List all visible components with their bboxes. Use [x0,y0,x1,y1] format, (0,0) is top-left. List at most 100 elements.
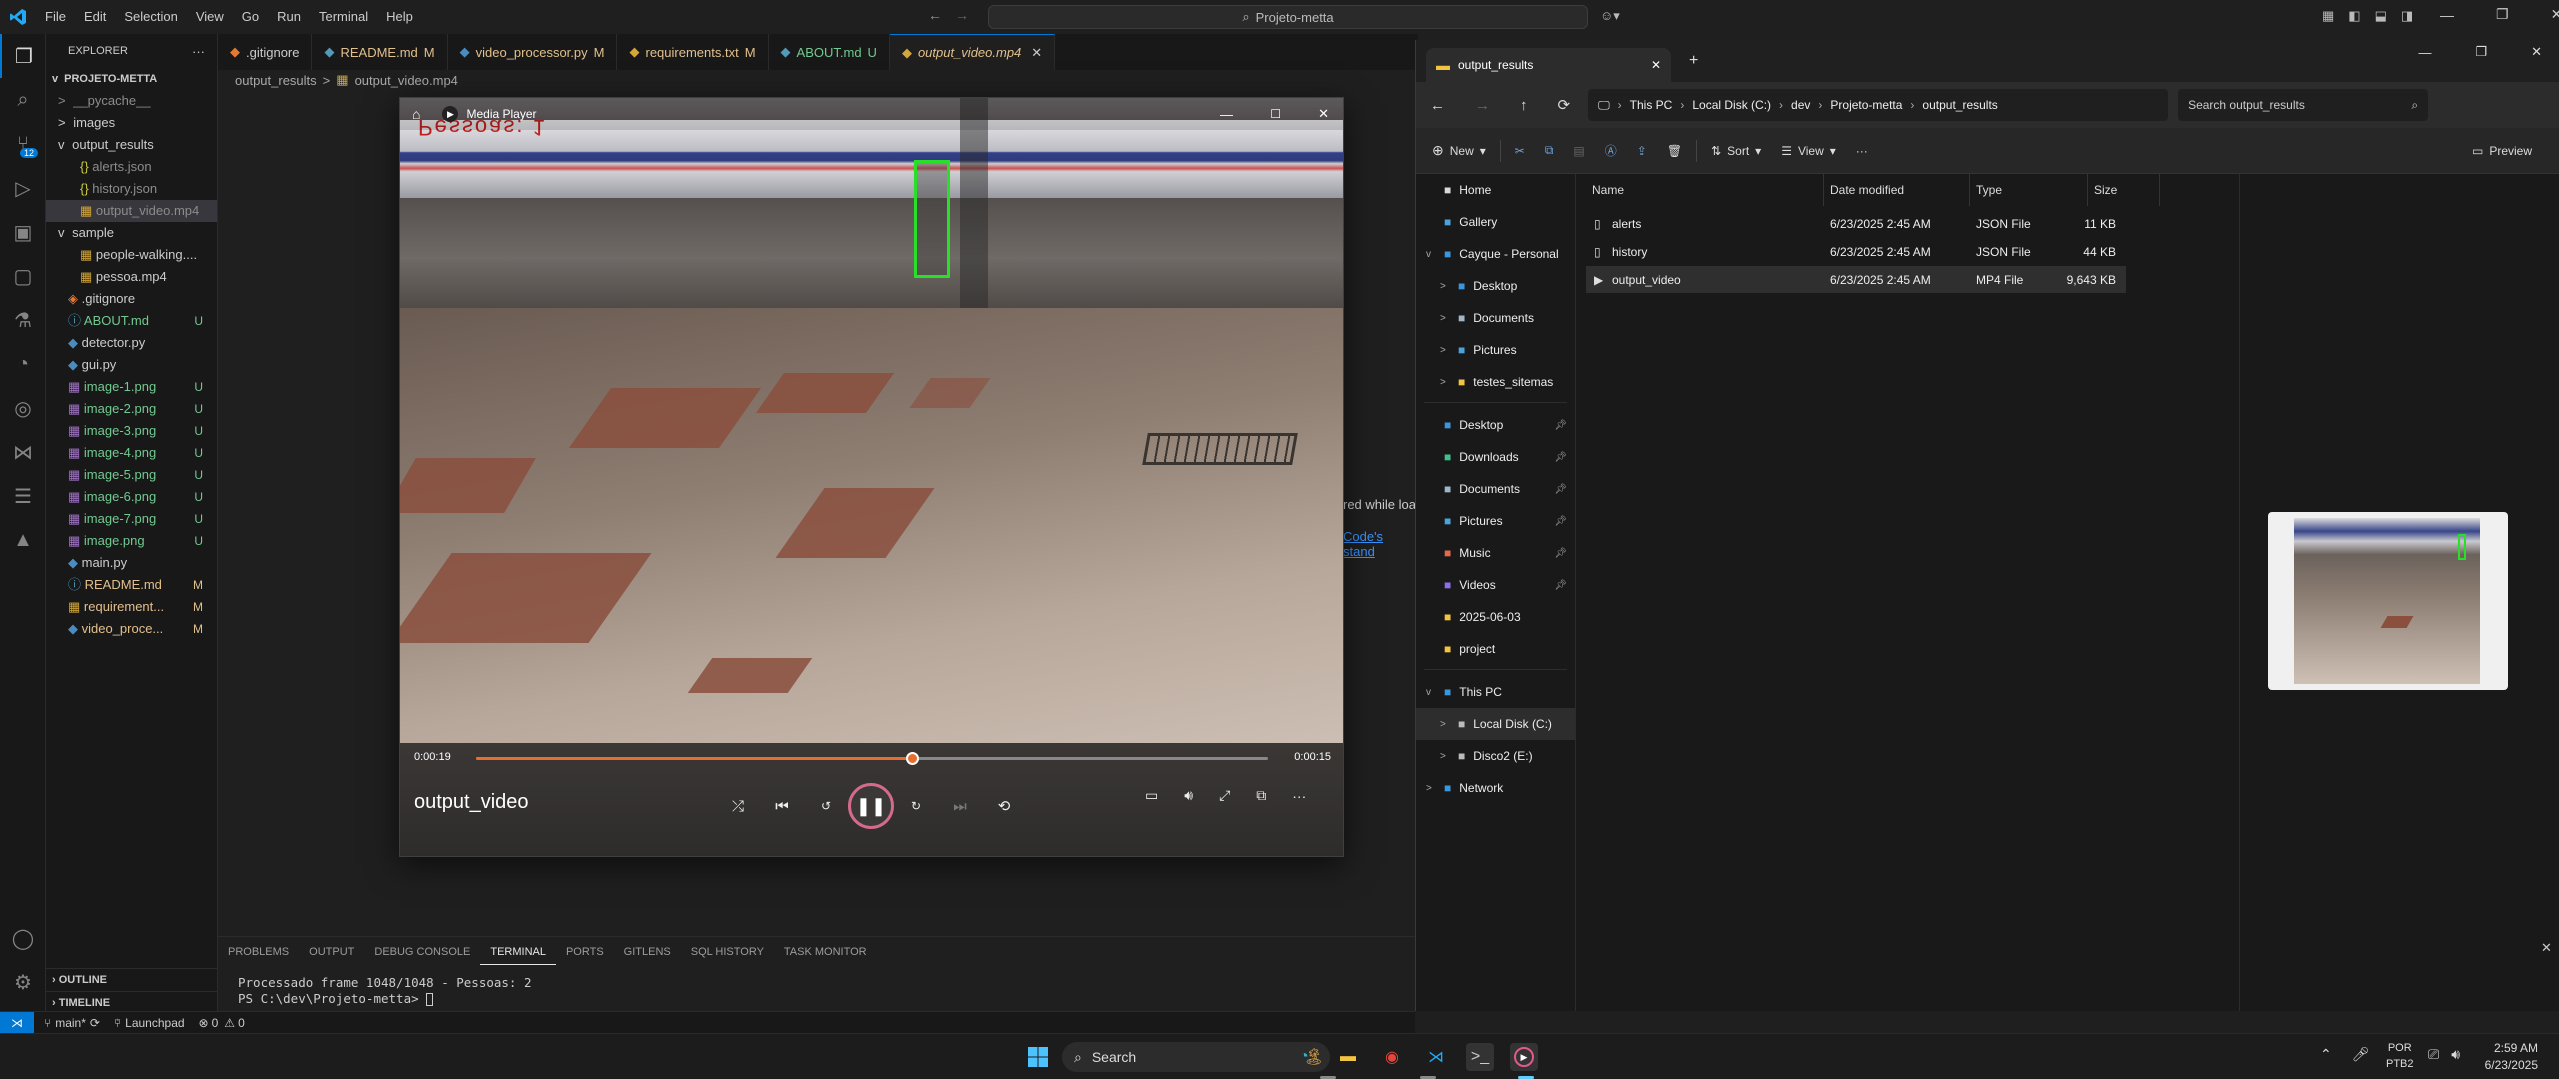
panel-tab-terminal[interactable]: TERMINAL [480,940,556,965]
chevron-right-icon[interactable]: > [1440,719,1450,730]
skip-back-10-icon[interactable]: ↺ [804,799,848,813]
tree-item[interactable]: ▦ image-7.png U [46,508,217,530]
timeline-section[interactable]: › TIMELINE [46,991,218,1013]
project-root[interactable]: v PROJETO-METTA [46,68,217,90]
tree-item[interactable]: ◆ main.py [46,552,217,574]
clock[interactable]: 2:59 AM 6/23/2025 [2478,1040,2538,1074]
tree-item[interactable]: ▦ image-4.png U [46,442,217,464]
error-count[interactable]: 0 [212,1016,219,1030]
refresh-icon[interactable]: ⟳ [1558,96,1571,114]
behind-link[interactable]: Code's stand [1343,529,1418,559]
docker-icon[interactable]: ⋈ [0,430,46,474]
panel-tab-ports[interactable]: PORTS [556,940,614,964]
nav-item[interactable]: ■ Pictures 📌︎ [1416,505,1575,537]
paste-icon[interactable]: ▤ [1563,144,1594,158]
nav-item[interactable]: v ■ This PC [1416,676,1575,708]
file-row[interactable]: ▯ history 6/23/2025 2:45 AM JSON File 44 KB [1586,238,2126,265]
nav-item[interactable]: > ■ Local Disk (C:) [1416,708,1575,740]
input-language[interactable]: POR PTB2 [2386,1040,2414,1072]
close-tab-icon[interactable]: ✕ [1031,45,1042,61]
fullscreen-icon[interactable]: ⤢ [1219,787,1230,804]
editor-tab[interactable]: ◆ README.md M [312,34,448,70]
skip-forward-30-icon[interactable]: ↻ [894,799,938,813]
volume-icon[interactable]: 🔊︎ [1184,787,1193,804]
menu-go[interactable]: Go [233,0,268,34]
tree-item[interactable]: > images [46,112,217,134]
file-row[interactable]: ▶ output_video 6/23/2025 2:45 AM MP4 File 9,… [1586,266,2126,293]
toggle-panel-icon[interactable]: ⬓ [2375,8,2387,24]
chevron-down-icon[interactable]: v [1426,687,1436,698]
menu-selection[interactable]: Selection [115,0,186,34]
explorer-search-box[interactable]: Search output_results ⌕ [2178,89,2429,121]
nav-item[interactable]: > ■ Network [1416,772,1575,804]
sync-icon[interactable]: ⟳ [90,1016,100,1030]
nav-item[interactable]: > ■ Pictures [1416,334,1575,366]
panel-tab-output[interactable]: OUTPUT [299,940,364,964]
nav-item[interactable]: ■ Music 📌︎ [1416,537,1575,569]
minimize-icon[interactable]: — [2418,45,2431,60]
nav-item[interactable]: ■ Videos 📌︎ [1416,569,1575,601]
forward-icon[interactable]: → [1475,97,1490,114]
tree-item[interactable]: ◆ detector.py [46,332,217,354]
more-actions-icon[interactable]: ··· [192,44,205,59]
panel-tab-problems[interactable]: PROBLEMS [218,940,299,964]
col-date[interactable]: Date modified [1824,174,1970,206]
panel-close-icon[interactable]: ✕ [2541,940,2552,956]
chevron-right-icon[interactable]: > [1440,313,1450,324]
copilot-icon[interactable]: ☺▾ [1600,8,1620,24]
command-center-search[interactable]: ⌕ Projeto-metta [988,5,1588,29]
edge-icon[interactable]: ◔ [1290,1043,1318,1071]
warning-count[interactable]: 0 [238,1016,245,1030]
file-row[interactable]: ▯ alerts 6/23/2025 2:45 AM JSON File 11 KB [1586,210,2126,237]
chevron-right-icon[interactable]: > [1426,783,1436,794]
home-icon[interactable]: ⌂ [412,106,420,122]
chevron-right-icon[interactable]: > [1440,751,1450,762]
delete-icon[interactable]: 🗑︎ [1657,144,1692,158]
chevron-right-icon[interactable]: > [1440,281,1450,292]
nav-item[interactable]: ■ Documents 📌︎ [1416,473,1575,505]
nav-item[interactable]: > ■ Documents [1416,302,1575,334]
path-segment[interactable]: This PC [1630,98,1673,112]
panel-tab-debug-console[interactable]: DEBUG CONSOLE [364,940,480,964]
share-icon[interactable]: ⇪ [1627,144,1657,158]
forward-arrow-icon[interactable]: → [955,7,969,23]
sql-icon[interactable]: ☰ [0,474,46,518]
menu-view[interactable]: View [187,0,233,34]
see-more-icon[interactable]: ··· [1846,144,1878,158]
minimize-icon[interactable]: — [2440,7,2454,23]
menu-run[interactable]: Run [268,0,310,34]
tree-item[interactable]: {} history.json [46,178,217,200]
tree-item[interactable]: ▦ image.png U [46,530,217,552]
source-control-icon[interactable]: ⑂ 12 [0,122,46,166]
file-explorer-icon[interactable]: ▬ [1334,1043,1362,1071]
shuffle-icon[interactable]: ⤮ [716,798,760,815]
back-arrow-icon[interactable]: ← [928,7,942,23]
chevron-right-icon[interactable]: > [1440,345,1450,356]
chrome-icon[interactable]: ◉ [1378,1043,1406,1071]
explorer-tab[interactable]: ▬ output_results ✕ [1426,48,1671,82]
close-tab-icon[interactable]: ✕ [1651,58,1661,72]
panel-tab-sql-history[interactable]: SQL HISTORY [681,940,774,964]
player-maximize-icon[interactable]: ☐ [1270,107,1281,121]
nav-item[interactable]: ■ Desktop 📌︎ [1416,409,1575,441]
tree-item[interactable]: ▦ image-6.png U [46,486,217,508]
nav-item[interactable]: v ■ Cayque - Personal [1416,238,1575,270]
tray-chevron-up-icon[interactable]: ⌃ [2320,1046,2332,1063]
next-icon[interactable]: ⏭ [938,798,982,815]
path-segment[interactable]: output_results [1922,98,1997,112]
terminal-output[interactable]: Processado frame 1048/1048 - Pessoas: 2 … [238,975,532,1007]
new-button[interactable]: ⊕ New ▾ [1422,142,1496,159]
editor-tab[interactable]: ◆ ABOUT.md U [768,34,890,70]
run-debug-icon[interactable]: ▷ [0,166,46,210]
nav-item[interactable]: ■ Downloads 📌︎ [1416,441,1575,473]
tree-item[interactable]: ⓘ ABOUT.md U [46,310,217,332]
col-size[interactable]: Size [2088,174,2160,206]
testing-icon[interactable]: ⚗ [0,298,46,342]
tree-item[interactable]: {} alerts.json [46,156,217,178]
nav-item[interactable]: > ■ testes_sitemas [1416,366,1575,398]
restore-icon[interactable]: ❐ [2475,44,2487,60]
nav-item[interactable]: ■ project [1416,633,1575,665]
tree-item[interactable]: v sample [46,222,217,244]
layout-grid-icon[interactable]: ▦ [2322,8,2334,24]
deploy-icon[interactable]: ▲ [0,518,46,562]
